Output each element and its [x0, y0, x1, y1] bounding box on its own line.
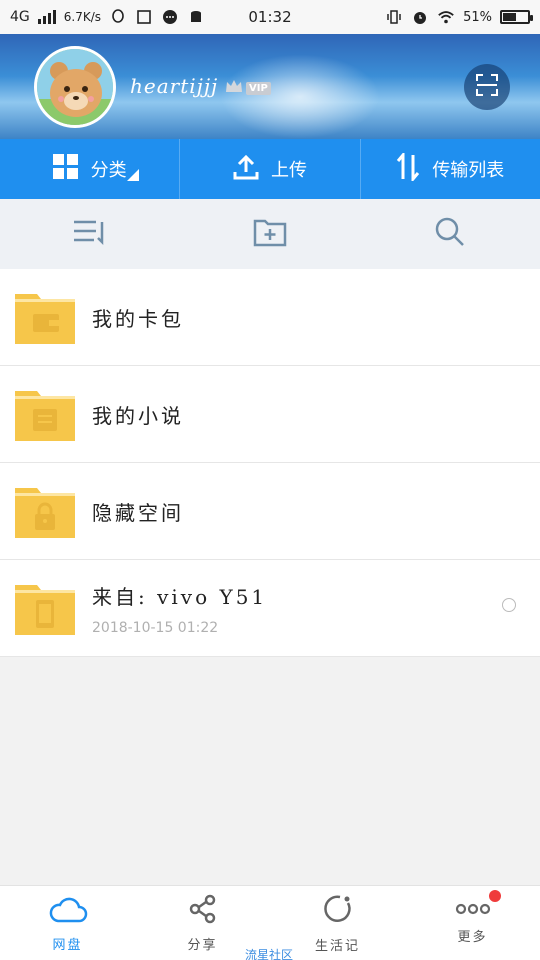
dropdown-triangle-icon [127, 169, 140, 181]
search-icon [434, 216, 466, 252]
file-date: 2018-10-15 01:22 [92, 619, 219, 636]
screenshot-icon [135, 8, 153, 26]
network-type: 4G [10, 9, 30, 25]
alarm-icon [411, 8, 429, 26]
username: heartijjj [130, 74, 219, 98]
transfer-list-label: 传输列表 [432, 160, 505, 181]
refresh-circle-icon [322, 893, 354, 929]
nav-label: 分享 [187, 937, 218, 953]
battery-percent: 51% [463, 9, 492, 25]
vibrate-icon [385, 8, 403, 26]
search-button[interactable] [360, 216, 540, 252]
avatar[interactable] [34, 46, 116, 128]
storage-icon [187, 8, 205, 26]
file-list: 我的卡包 我的小说 隐藏空间 来自: vivo Y51 2018-10-15 0… [0, 269, 540, 657]
category-button[interactable]: 分类 [0, 139, 181, 199]
nav-label: 网盘 [52, 937, 83, 953]
nav-more[interactable]: 更多 [405, 886, 540, 960]
transfer-list-button[interactable]: 传输列表 [361, 139, 540, 199]
status-bar: 4G 6.7K/s 01:32 51% [0, 0, 540, 34]
more-icon [455, 901, 491, 920]
file-toolbar [0, 199, 540, 269]
list-item[interactable]: 我的小说 [0, 366, 540, 463]
watermark: 流星社区 [245, 948, 294, 960]
file-name: 隐藏空间 [92, 500, 184, 525]
cloud-icon [48, 894, 88, 928]
file-name: 我的卡包 [92, 306, 184, 331]
new-folder-icon [253, 217, 287, 251]
grid-icon [52, 153, 79, 185]
list-item[interactable]: 来自: vivo Y51 2018-10-15 01:22 [0, 560, 540, 657]
category-label: 分类 [90, 160, 127, 181]
notification-dot [488, 890, 501, 902]
upload-button[interactable]: 上传 [180, 139, 361, 199]
lock-folder-icon [15, 484, 75, 538]
sort-button[interactable] [0, 218, 180, 250]
vip-label: VIP [246, 81, 271, 95]
new-folder-button[interactable] [180, 217, 360, 251]
battery-icon [500, 10, 533, 24]
action-bar: 分类 上传 传输列表 [0, 139, 540, 199]
list-item[interactable]: 隐藏空间 [0, 463, 540, 560]
upload-icon [233, 154, 259, 185]
wifi-icon [437, 8, 455, 26]
select-checkbox[interactable] [502, 598, 516, 612]
nav-label: 更多 [457, 930, 488, 945]
wallet-folder-icon [15, 290, 75, 344]
list-item[interactable]: 我的卡包 [0, 269, 540, 366]
clock: 01:32 [248, 8, 292, 26]
nav-label: 生活记 [314, 938, 360, 954]
crown-icon [224, 78, 244, 98]
qq-icon [109, 8, 127, 26]
upload-label: 上传 [270, 160, 307, 181]
sort-icon [72, 218, 108, 250]
file-name: 来自: vivo Y51 [92, 584, 268, 609]
file-name: 我的小说 [92, 403, 184, 428]
signal-icon [37, 10, 56, 24]
network-speed: 6.7K/s [63, 10, 102, 24]
nav-netdisk[interactable]: 网盘 [0, 886, 135, 960]
profile-header: heartijjj VIP [0, 34, 540, 139]
vip-badge[interactable]: VIP [224, 78, 271, 98]
book-folder-icon [15, 387, 75, 441]
transfer-icon [396, 150, 420, 186]
scan-icon [475, 73, 499, 101]
share-icon [188, 894, 218, 928]
phone-folder-icon [15, 581, 75, 635]
scan-button[interactable] [464, 64, 510, 110]
message-icon [161, 8, 179, 26]
